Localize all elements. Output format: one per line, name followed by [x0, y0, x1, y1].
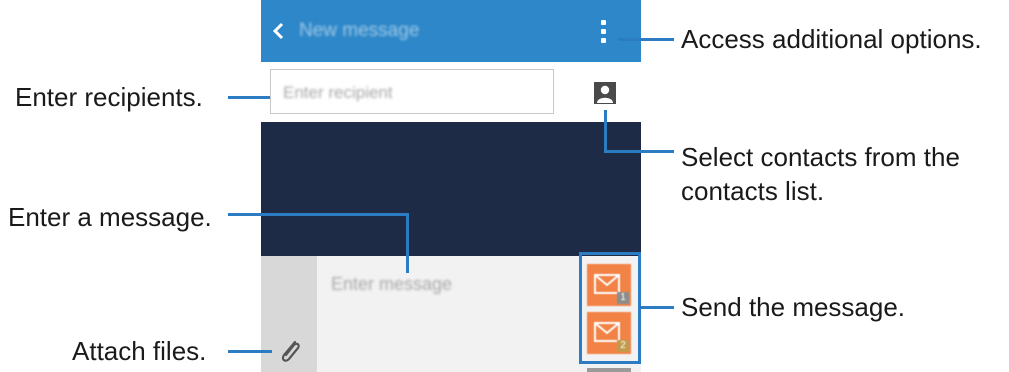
callout-select-contacts-1: Select contacts from the [681, 142, 960, 172]
callout-send-message: Send the message. [681, 292, 906, 322]
leader-line-options [618, 38, 674, 41]
leader-line-send [640, 306, 674, 309]
callout-enter-recipients: Enter recipients. [15, 82, 203, 112]
action-bar: New message [261, 0, 641, 62]
more-options-icon[interactable] [599, 20, 609, 48]
recipient-row: Enter recipient [261, 62, 641, 122]
recipient-placeholder: Enter recipient [283, 83, 393, 102]
conversation-area [261, 122, 641, 256]
leader-line-attach [228, 350, 272, 353]
send-buttons-highlight [579, 252, 641, 364]
recipient-input[interactable]: Enter recipient [270, 69, 554, 114]
contact-icon[interactable] [594, 82, 616, 104]
leader-line-message-h [228, 213, 408, 216]
callout-select-contacts-2: contacts list. [681, 176, 825, 206]
leader-line-recipients [228, 96, 270, 99]
callout-enter-message: Enter a message. [8, 202, 212, 232]
attach-icon[interactable] [276, 336, 304, 366]
screen-title: New message [299, 20, 420, 41]
leader-line-contacts-v [604, 110, 607, 152]
leader-line-contacts-h [604, 150, 674, 153]
scroll-hint [587, 368, 631, 372]
callout-attach-files: Attach files. [72, 336, 207, 366]
callout-access-options: Access additional options. [681, 24, 982, 54]
attach-strip [261, 256, 317, 372]
back-icon[interactable] [271, 22, 287, 40]
leader-line-message-v [406, 213, 409, 273]
message-input[interactable]: Enter message [331, 274, 452, 295]
